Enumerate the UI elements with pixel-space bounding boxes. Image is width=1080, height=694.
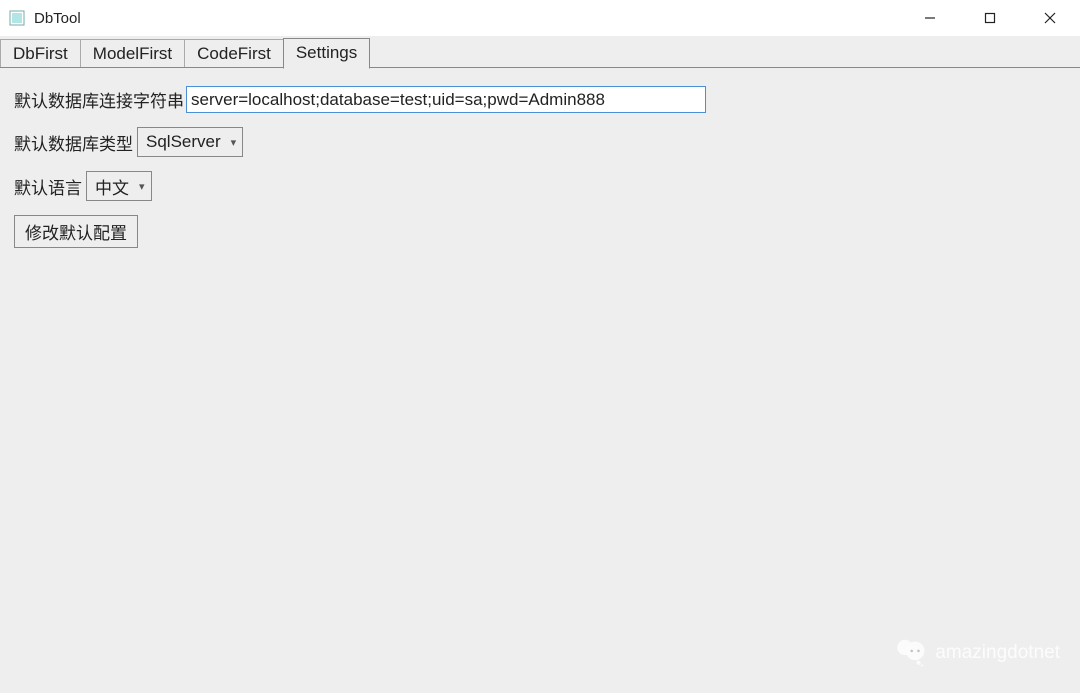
window-controls <box>900 0 1080 36</box>
language-select[interactable]: 中文 ▾ <box>86 171 152 201</box>
tab-dbfirst[interactable]: DbFirst <box>0 39 81 69</box>
db-type-label: 默认数据库类型 <box>14 130 133 155</box>
tab-bar: DbFirst ModelFirst CodeFirst Settings <box>0 36 1080 68</box>
tab-settings[interactable]: Settings <box>283 38 370 69</box>
conn-string-input[interactable] <box>186 86 706 113</box>
row-db-type: 默认数据库类型 SqlServer ▾ <box>14 127 1066 157</box>
watermark-text: amazingdotnet <box>935 642 1060 664</box>
row-language: 默认语言 中文 ▾ <box>14 171 1066 201</box>
watermark: amazingdotnet <box>893 633 1060 673</box>
app-icon <box>8 9 26 27</box>
close-button[interactable] <box>1020 0 1080 36</box>
conn-string-label: 默认数据库连接字符串 <box>14 87 184 112</box>
app-title: DbTool <box>34 10 81 27</box>
tab-codefirst[interactable]: CodeFirst <box>184 39 284 69</box>
language-label: 默认语言 <box>14 174 82 199</box>
maximize-button[interactable] <box>960 0 1020 36</box>
row-save: 修改默认配置 <box>14 215 1066 248</box>
chat-bubbles-icon <box>893 633 927 673</box>
titlebar: DbTool <box>0 0 1080 36</box>
minimize-button[interactable] <box>900 0 960 36</box>
db-type-value: SqlServer <box>146 132 221 152</box>
row-conn-string: 默认数据库连接字符串 <box>14 86 1066 113</box>
tab-content-settings: 默认数据库连接字符串 默认数据库类型 SqlServer ▾ 默认语言 中文 ▾… <box>0 67 1080 693</box>
tab-modelfirst[interactable]: ModelFirst <box>80 39 185 69</box>
chevron-down-icon: ▾ <box>231 136 237 149</box>
language-value: 中文 <box>95 174 129 199</box>
chevron-down-icon: ▾ <box>139 180 145 193</box>
db-type-select[interactable]: SqlServer ▾ <box>137 127 243 157</box>
save-default-config-button[interactable]: 修改默认配置 <box>14 215 138 248</box>
